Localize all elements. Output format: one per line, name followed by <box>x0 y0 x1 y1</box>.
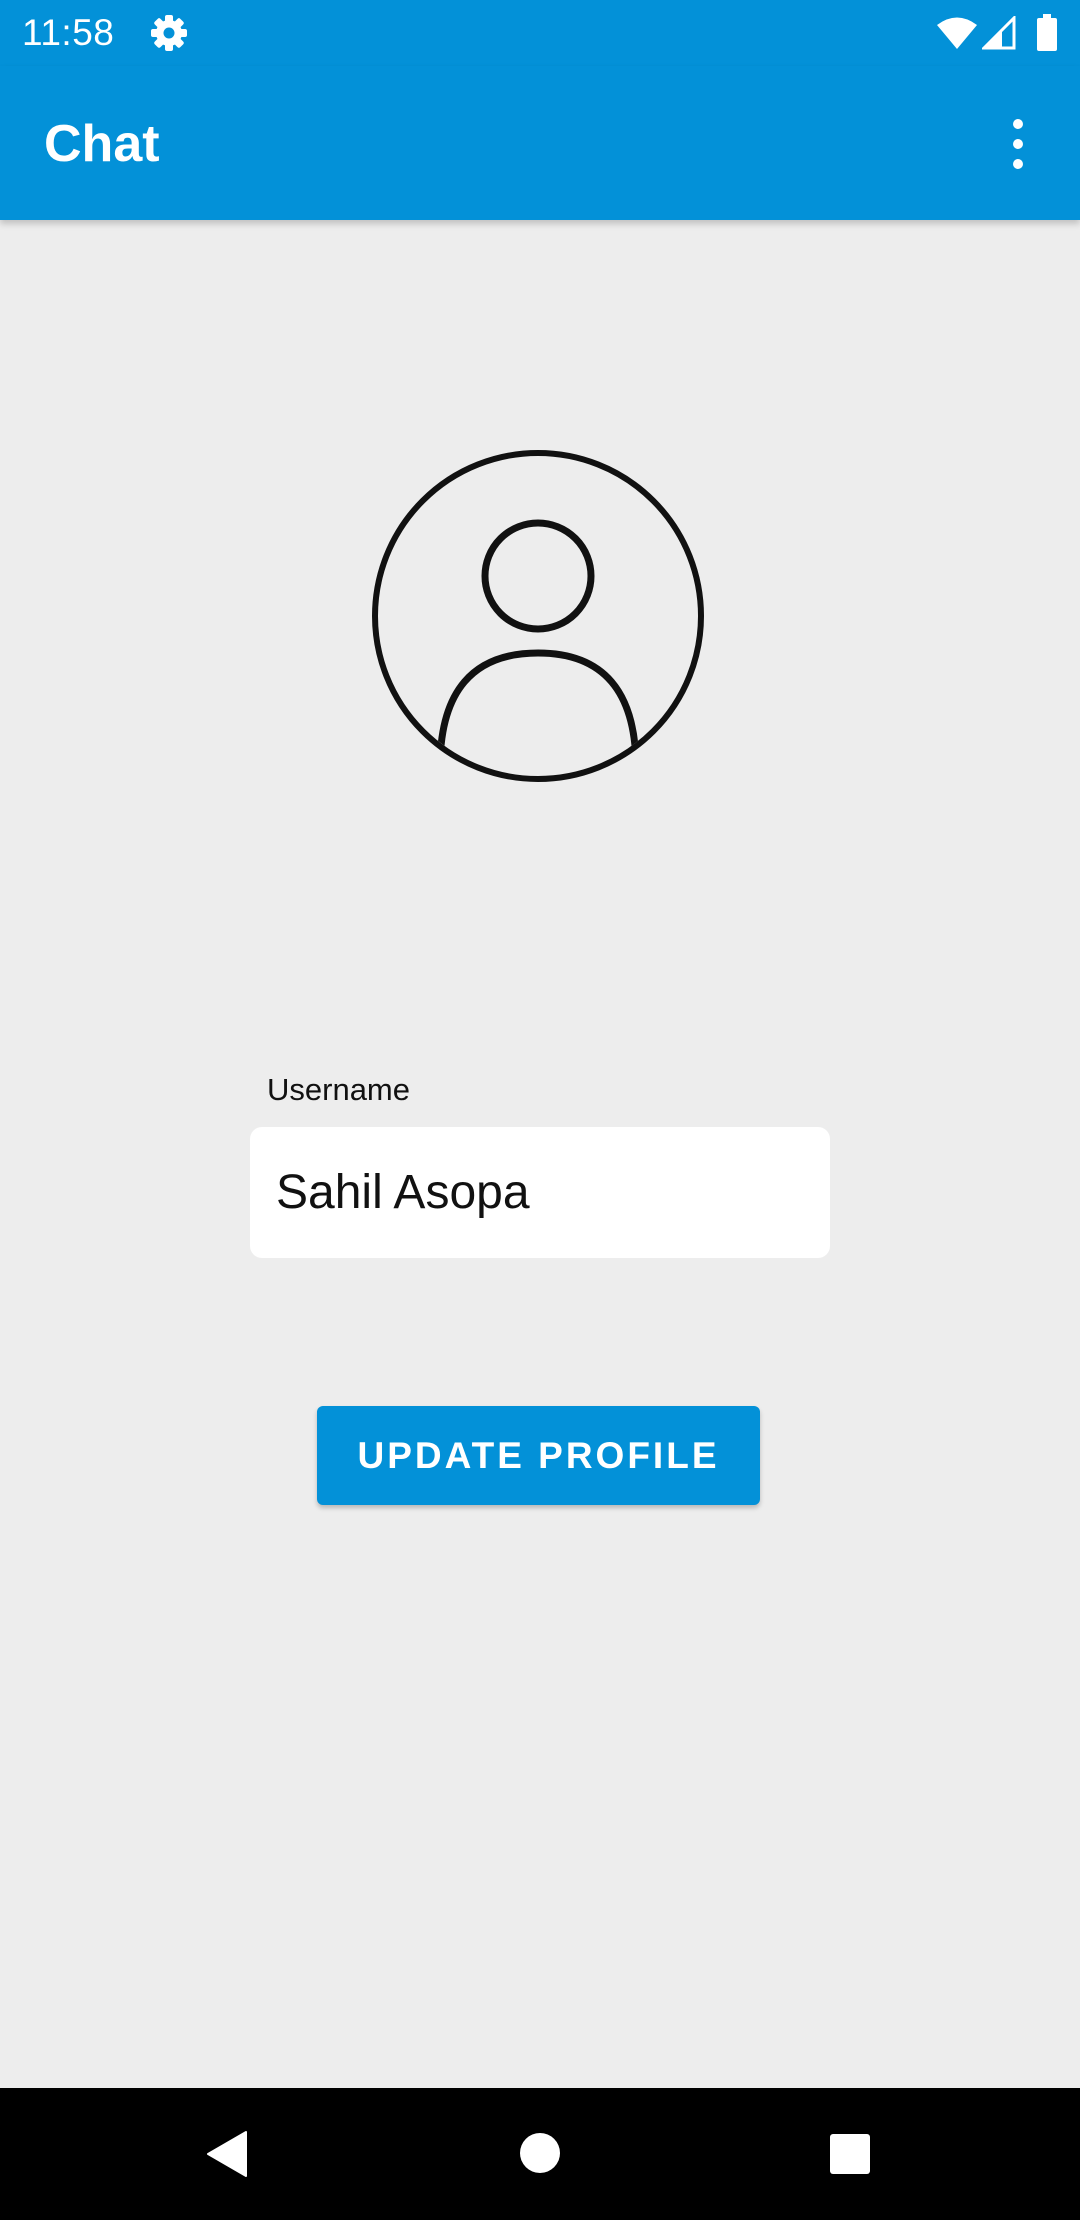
app-title: Chat <box>44 115 160 173</box>
gear-icon <box>150 14 188 52</box>
app-bar: Chat <box>0 66 1080 220</box>
status-time: 11:58 <box>22 12 115 53</box>
username-field[interactable] <box>250 1127 830 1258</box>
more-vert-icon[interactable] <box>996 112 1040 176</box>
home-icon[interactable] <box>519 2132 561 2174</box>
battery-icon <box>1036 14 1058 52</box>
account-circle-icon[interactable] <box>370 448 706 784</box>
back-icon[interactable] <box>204 2130 248 2178</box>
username-label: Username <box>267 1072 410 1107</box>
navigation-bar <box>0 2088 1080 2220</box>
update-profile-button[interactable]: UPDATE PROFILE <box>317 1406 760 1505</box>
cell-signal-icon <box>980 14 1016 50</box>
status-bar: 11:58 <box>0 0 1080 66</box>
wifi-icon <box>936 16 978 50</box>
recents-icon[interactable] <box>829 2133 871 2175</box>
